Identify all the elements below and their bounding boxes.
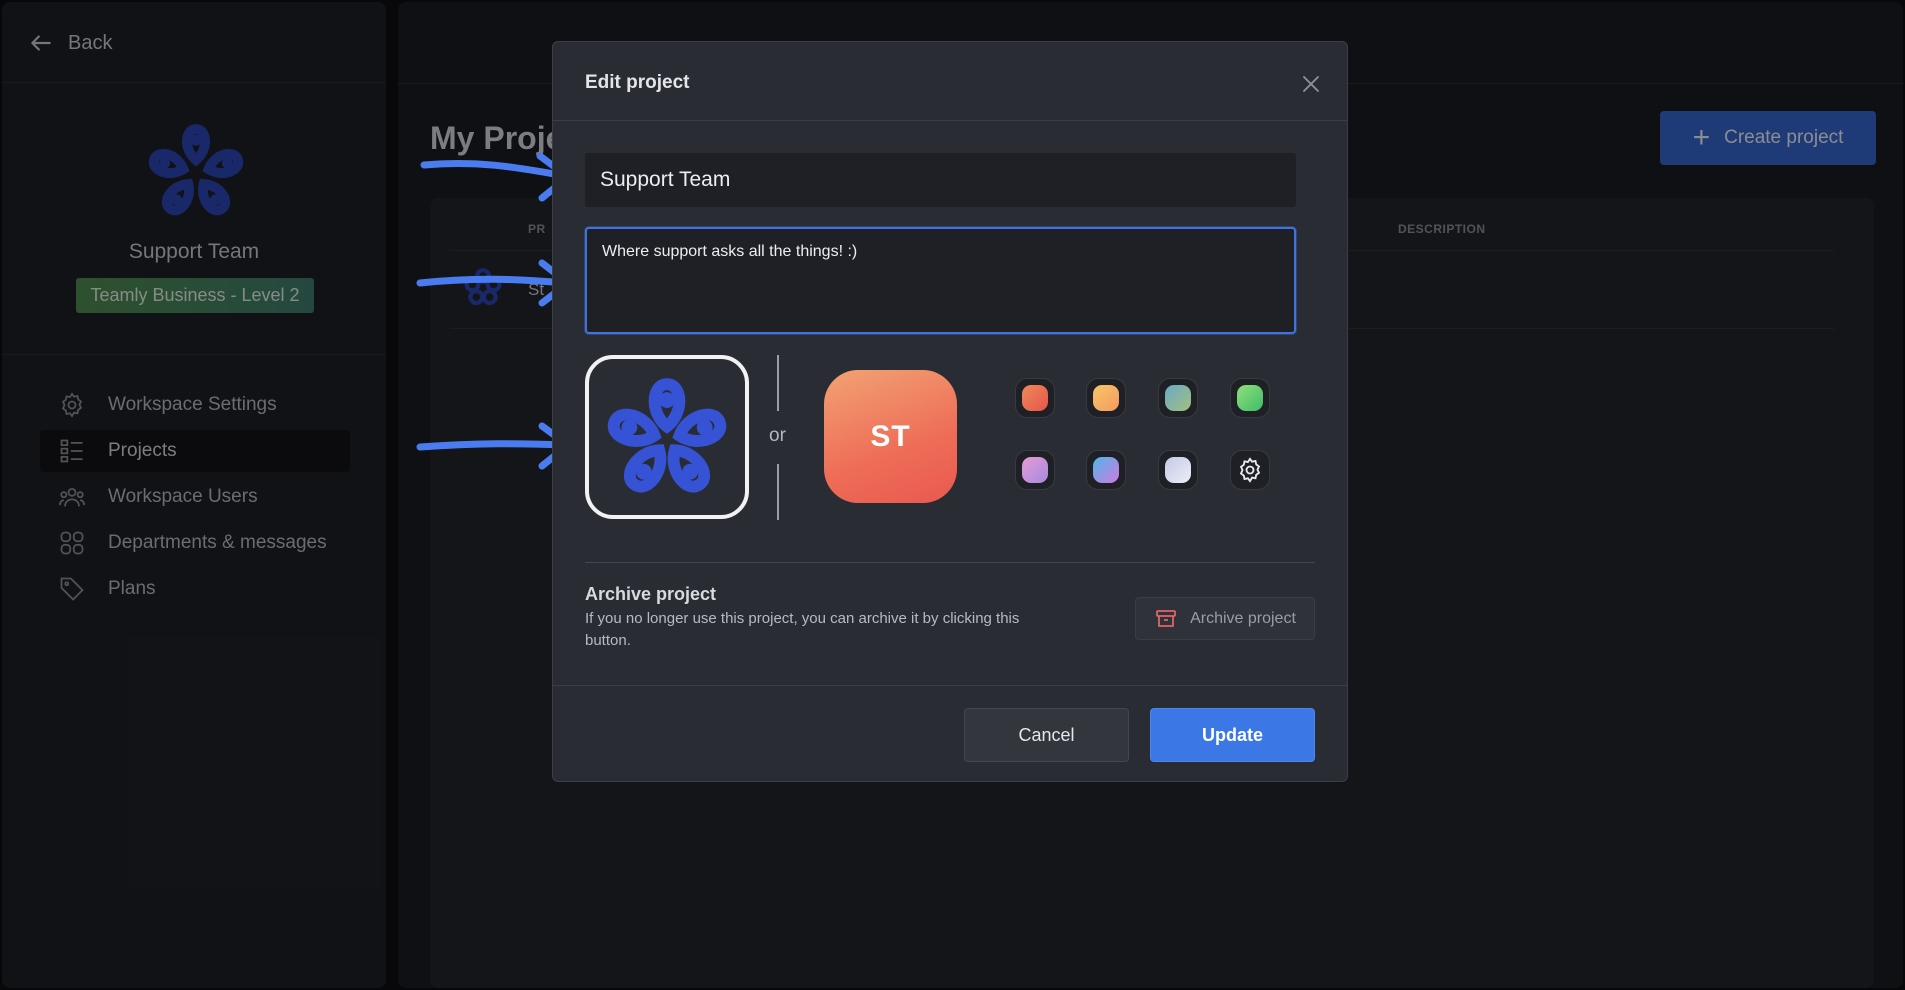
custom-color-button[interactable]: [1230, 450, 1270, 490]
divider: [777, 355, 779, 411]
color-swatch[interactable]: [1158, 450, 1198, 490]
project-name-input[interactable]: [585, 153, 1296, 207]
color-swatch[interactable]: [1086, 378, 1126, 418]
cancel-button[interactable]: Cancel: [964, 708, 1129, 762]
swatch-fill: [1093, 385, 1119, 411]
close-icon[interactable]: [1297, 70, 1325, 98]
workspace-logo-icon: [607, 378, 727, 493]
swatch-fill: [1022, 385, 1048, 411]
color-swatch[interactable]: [1086, 450, 1126, 490]
swatch-fill: [1165, 457, 1191, 483]
archive-title: Archive project: [585, 584, 717, 604]
archive-icon: [1156, 609, 1176, 627]
gear-icon: [1239, 457, 1261, 483]
archive-button-label: Archive project: [1190, 609, 1296, 627]
or-label: or: [769, 425, 786, 446]
initials-avatar-option[interactable]: ST: [824, 370, 957, 503]
archive-description: If you no longer use this project, you c…: [585, 610, 1020, 649]
color-swatch[interactable]: [1230, 378, 1270, 418]
divider: [553, 120, 1347, 121]
color-swatch[interactable]: [1015, 378, 1055, 418]
swatch-fill: [1237, 385, 1263, 411]
divider: [585, 562, 1315, 563]
update-button[interactable]: Update: [1150, 708, 1315, 762]
swatch-fill: [1165, 385, 1191, 411]
swatch-fill: [1022, 457, 1048, 483]
color-swatch[interactable]: [1158, 378, 1198, 418]
color-swatch[interactable]: [1015, 450, 1055, 490]
project-icon-selected[interactable]: [585, 355, 749, 519]
edit-project-dialog: Edit project Where support asks all the …: [552, 41, 1348, 782]
divider: [777, 464, 779, 520]
divider: [553, 685, 1347, 686]
dialog-title: Edit project: [585, 72, 690, 93]
project-description-input[interactable]: Where support asks all the things! :): [585, 227, 1296, 334]
archive-project-button[interactable]: Archive project: [1135, 597, 1315, 640]
swatch-fill: [1093, 457, 1119, 483]
